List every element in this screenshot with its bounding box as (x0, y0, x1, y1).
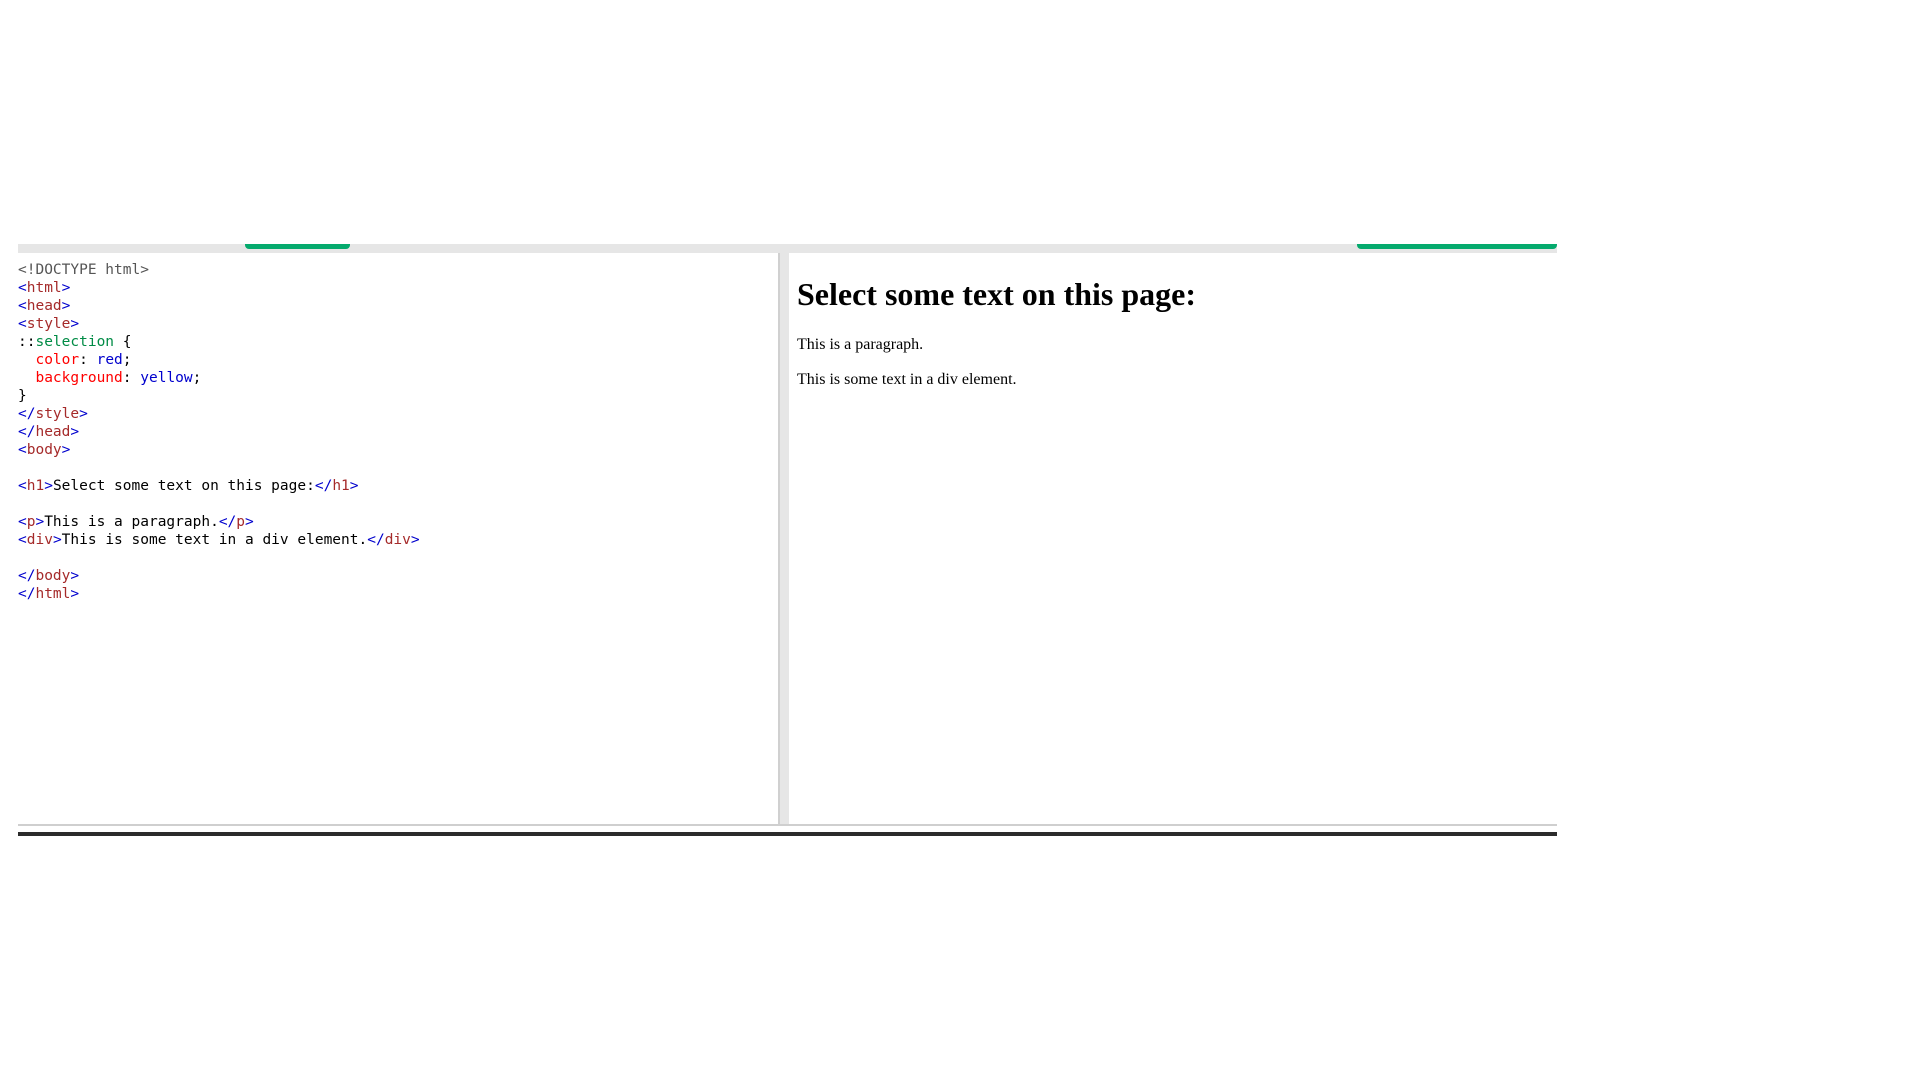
code-token: </ (218, 514, 237, 530)
code-line: <body> (18, 441, 778, 459)
code-token: > (245, 514, 254, 530)
code-token: > (52, 532, 62, 548)
code-line: <head> (18, 297, 778, 315)
code-token: </ (18, 586, 36, 602)
code-line: <p>This is a paragraph.</p> (18, 513, 778, 531)
result-heading: Select some text on this page: (797, 276, 1197, 312)
code-line: </body> (18, 567, 778, 585)
code-token: h1 (332, 478, 350, 494)
code-line: <html> (18, 279, 778, 297)
code-token: </ (18, 424, 36, 440)
code-token: > (70, 316, 80, 332)
code-token: < (18, 442, 27, 458)
code-line: </head> (18, 423, 778, 441)
code-token: > (349, 478, 359, 494)
code-token: head (26, 298, 62, 314)
code-line: background: yellow; (18, 369, 778, 387)
code-token: } (18, 388, 27, 404)
code-token: < (18, 532, 27, 548)
code-token: div (26, 532, 53, 548)
code-line: ::selection { (18, 333, 778, 351)
code-token: p (236, 514, 246, 530)
code-token: { (114, 334, 132, 350)
code-token: > (44, 478, 53, 494)
code-token: body (26, 442, 62, 458)
code-text[interactable]: <!DOCTYPE html> <html> <head> <style>::sele… (18, 253, 778, 603)
code-line: <style> (18, 315, 778, 333)
code-line: } (18, 387, 778, 405)
result-tab-indicator[interactable] (1357, 244, 1557, 249)
code-line: </style> (18, 405, 778, 423)
code-tab-indicator[interactable] (245, 244, 350, 249)
bottom-border (18, 824, 1557, 826)
code-token: html (26, 280, 62, 296)
code-token: < (18, 478, 27, 494)
code-token: < (18, 280, 27, 296)
code-token: selection (35, 334, 115, 350)
code-token: :: (18, 334, 36, 350)
code-token: body (35, 568, 71, 584)
code-token: > (35, 514, 45, 530)
code-token: : (122, 370, 141, 386)
code-token: h1 (26, 478, 45, 494)
code-token: < (18, 514, 27, 530)
code-token: > (61, 442, 71, 458)
code-line: color: red; (18, 351, 778, 369)
code-line: <div>This is some text in a div element.… (18, 531, 778, 549)
code-token: > (70, 586, 80, 602)
code-token: <!DOCTYPE html> (18, 262, 149, 278)
code-token: Select some text on this page: (52, 478, 315, 494)
code-token: : (79, 352, 97, 368)
result-frame[interactable]: Select some text on this page: This is a… (789, 253, 1557, 825)
code-line: <h1>Select some text on this page:</h1> (18, 477, 778, 495)
code-token: ; (122, 352, 132, 368)
code-line: </html> (18, 585, 778, 603)
code-token: </ (314, 478, 333, 494)
code-token: > (61, 298, 71, 314)
result-paragraph: This is a paragraph. (797, 336, 924, 353)
code-token: This is some text in a div element. (61, 532, 368, 548)
code-token: </ (367, 532, 385, 548)
code-token: red (96, 352, 123, 368)
code-token: </ (18, 568, 36, 584)
result-div-text: This is some text in a div element. (797, 371, 1017, 388)
code-line: <!DOCTYPE html> (18, 261, 778, 279)
code-token: background (35, 370, 123, 386)
code-token: head (35, 424, 71, 440)
code-token: color (35, 352, 80, 368)
code-token: < (18, 316, 27, 332)
code-token: </ (18, 406, 36, 422)
result-document: Select some text on this page: This is a… (789, 274, 1557, 389)
code-token: yellow (140, 370, 193, 386)
code-token: This is a paragraph. (44, 514, 219, 530)
code-token: > (61, 280, 71, 296)
code-token: < (18, 298, 27, 314)
bottom-bar (18, 832, 1557, 836)
code-token: style (35, 406, 80, 422)
code-editor[interactable]: <!DOCTYPE html> <html> <head> <style>::sele… (18, 253, 778, 825)
code-token: html (35, 586, 71, 602)
code-token: ; (192, 370, 202, 386)
code-token: style (26, 316, 71, 332)
code-token: > (70, 568, 80, 584)
code-token: > (79, 406, 88, 422)
code-token: div (384, 532, 411, 548)
pane-resize-handle[interactable] (778, 253, 789, 825)
code-token: > (70, 424, 80, 440)
code-token: > (410, 532, 420, 548)
